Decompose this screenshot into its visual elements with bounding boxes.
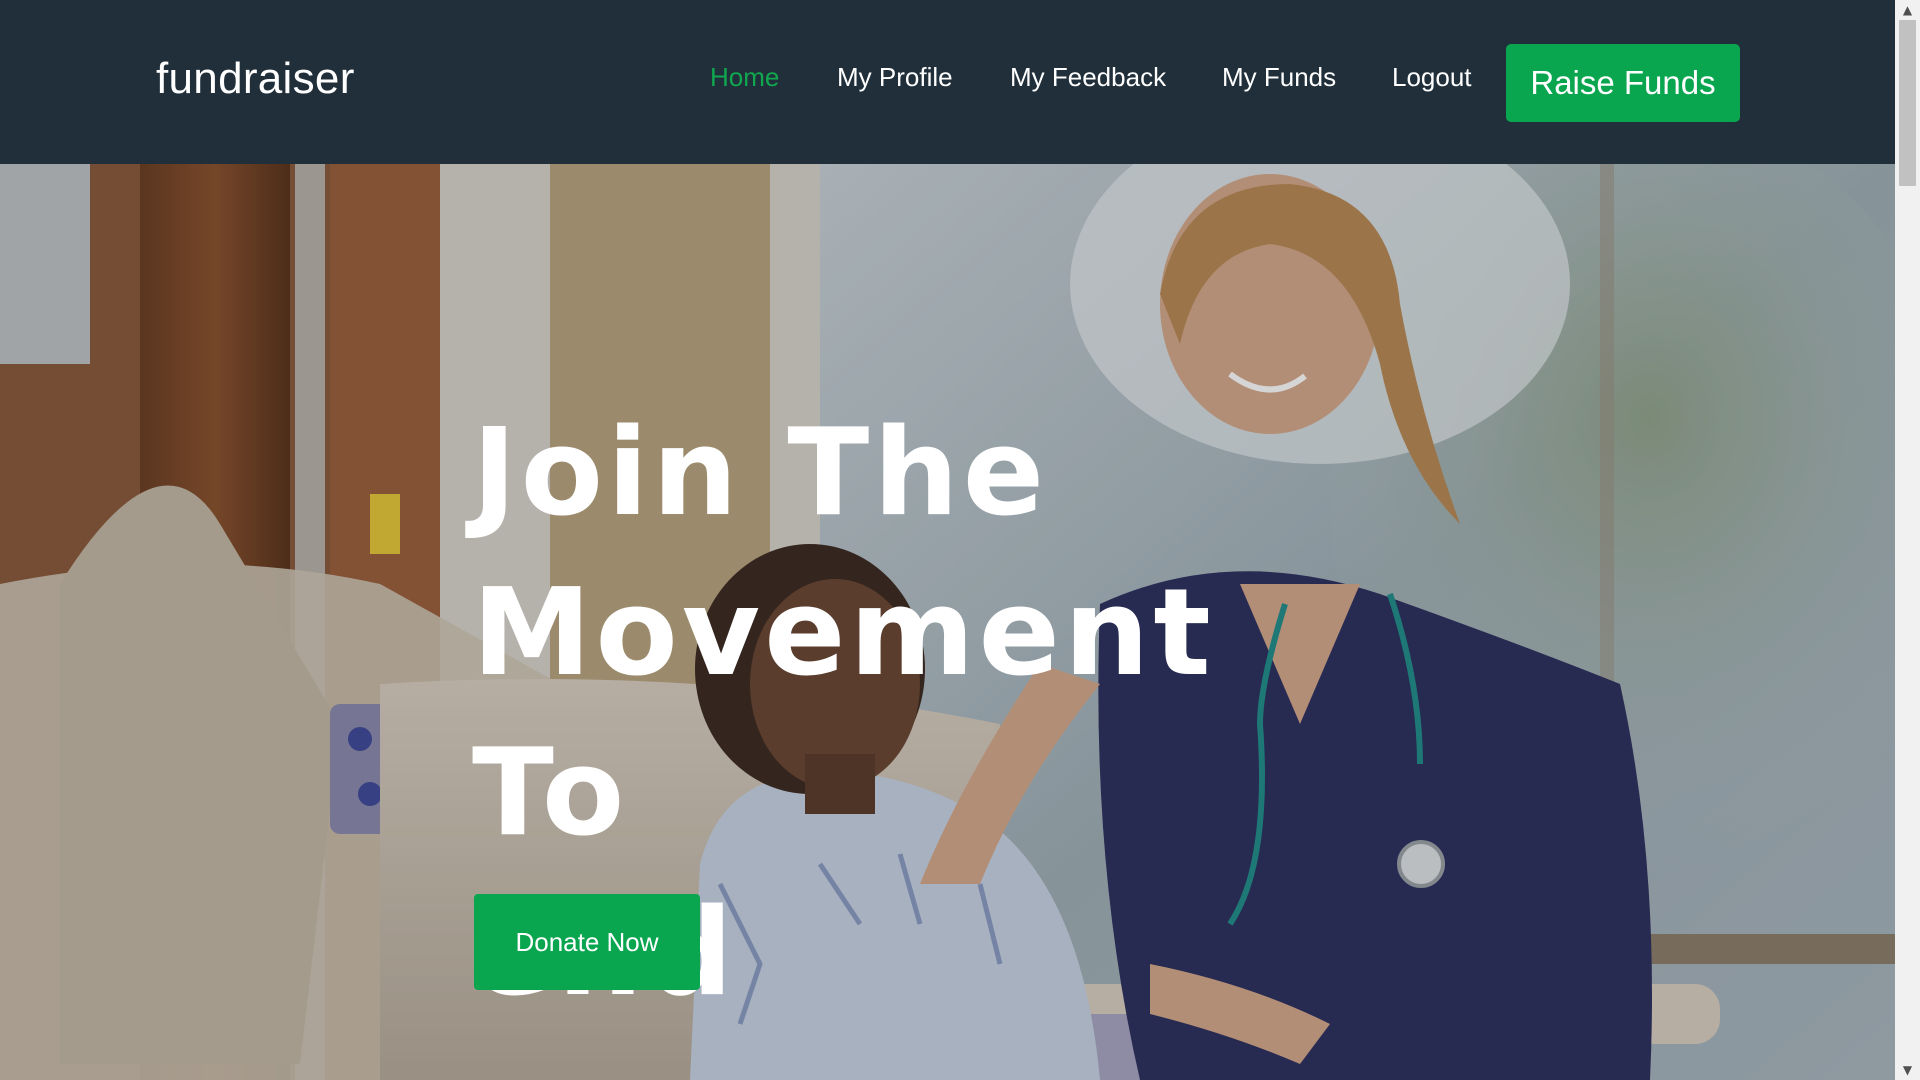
vertical-scrollbar[interactable]: ▲ ▼ [1895,0,1920,1080]
nav-link-logout[interactable]: Logout [1392,62,1472,93]
nav-link-home[interactable]: Home [710,62,779,93]
page: fundraiser Home My Profile My Feedback M… [0,0,1895,1080]
donate-now-button[interactable]: Donate Now [474,894,700,990]
nav-link-my-profile[interactable]: My Profile [837,62,953,93]
hero-section: Join The Movement To end Donate Now [0,164,1895,1080]
hero-title-line-1: Join The [472,404,1049,543]
hero-title-line-2: Movement To [472,564,1215,863]
scroll-up-arrow-icon[interactable]: ▲ [1895,0,1920,20]
raise-funds-button[interactable]: Raise Funds [1506,44,1740,122]
nav-link-my-funds[interactable]: My Funds [1222,62,1336,93]
scrollbar-thumb[interactable] [1899,20,1916,186]
scroll-down-arrow-icon[interactable]: ▼ [1895,1060,1920,1080]
nav-link-my-feedback[interactable]: My Feedback [1010,62,1166,93]
navbar: fundraiser Home My Profile My Feedback M… [0,0,1895,164]
